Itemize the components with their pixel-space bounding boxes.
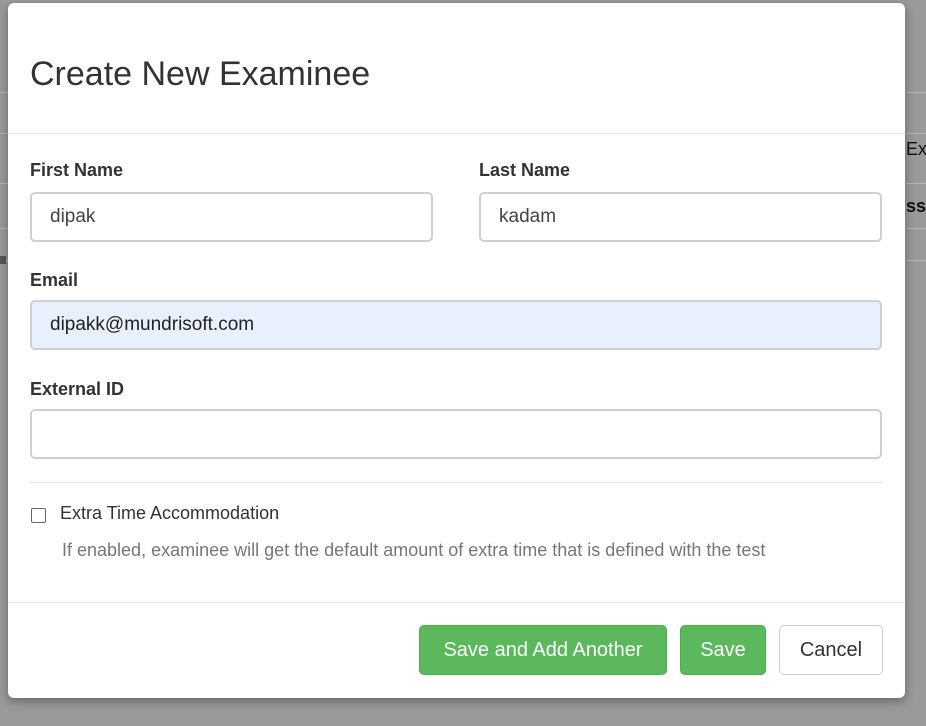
external-id-input[interactable] xyxy=(30,409,882,459)
first-name-label: First Name xyxy=(30,160,124,180)
extra-time-checkbox[interactable] xyxy=(31,508,46,523)
save-button[interactable]: Save xyxy=(680,625,766,675)
background-column-header: Exi xyxy=(906,139,926,159)
modal-footer-divider xyxy=(8,602,905,603)
extra-time-label[interactable]: Extra Time Accommodation xyxy=(60,503,279,524)
modal-header: Create New Examinee xyxy=(8,3,905,134)
background-row-text: ssi xyxy=(906,196,926,216)
last-name-input[interactable] xyxy=(479,192,882,242)
save-and-add-another-button[interactable]: Save and Add Another xyxy=(419,625,667,675)
last-name-label: Last Name xyxy=(479,160,571,180)
create-examinee-dialog: Create New Examinee First Name Last Name… xyxy=(8,3,905,698)
email-input[interactable] xyxy=(30,300,882,350)
modal-title: Create New Examinee xyxy=(30,55,371,93)
cancel-button[interactable]: Cancel xyxy=(779,625,883,675)
extra-time-help-text: If enabled, examinee will get the defaul… xyxy=(62,540,766,560)
first-name-input[interactable] xyxy=(30,192,433,242)
external-id-label: External ID xyxy=(30,379,125,399)
email-label: Email xyxy=(30,270,79,290)
background-marker xyxy=(0,256,6,264)
section-divider xyxy=(30,482,882,483)
